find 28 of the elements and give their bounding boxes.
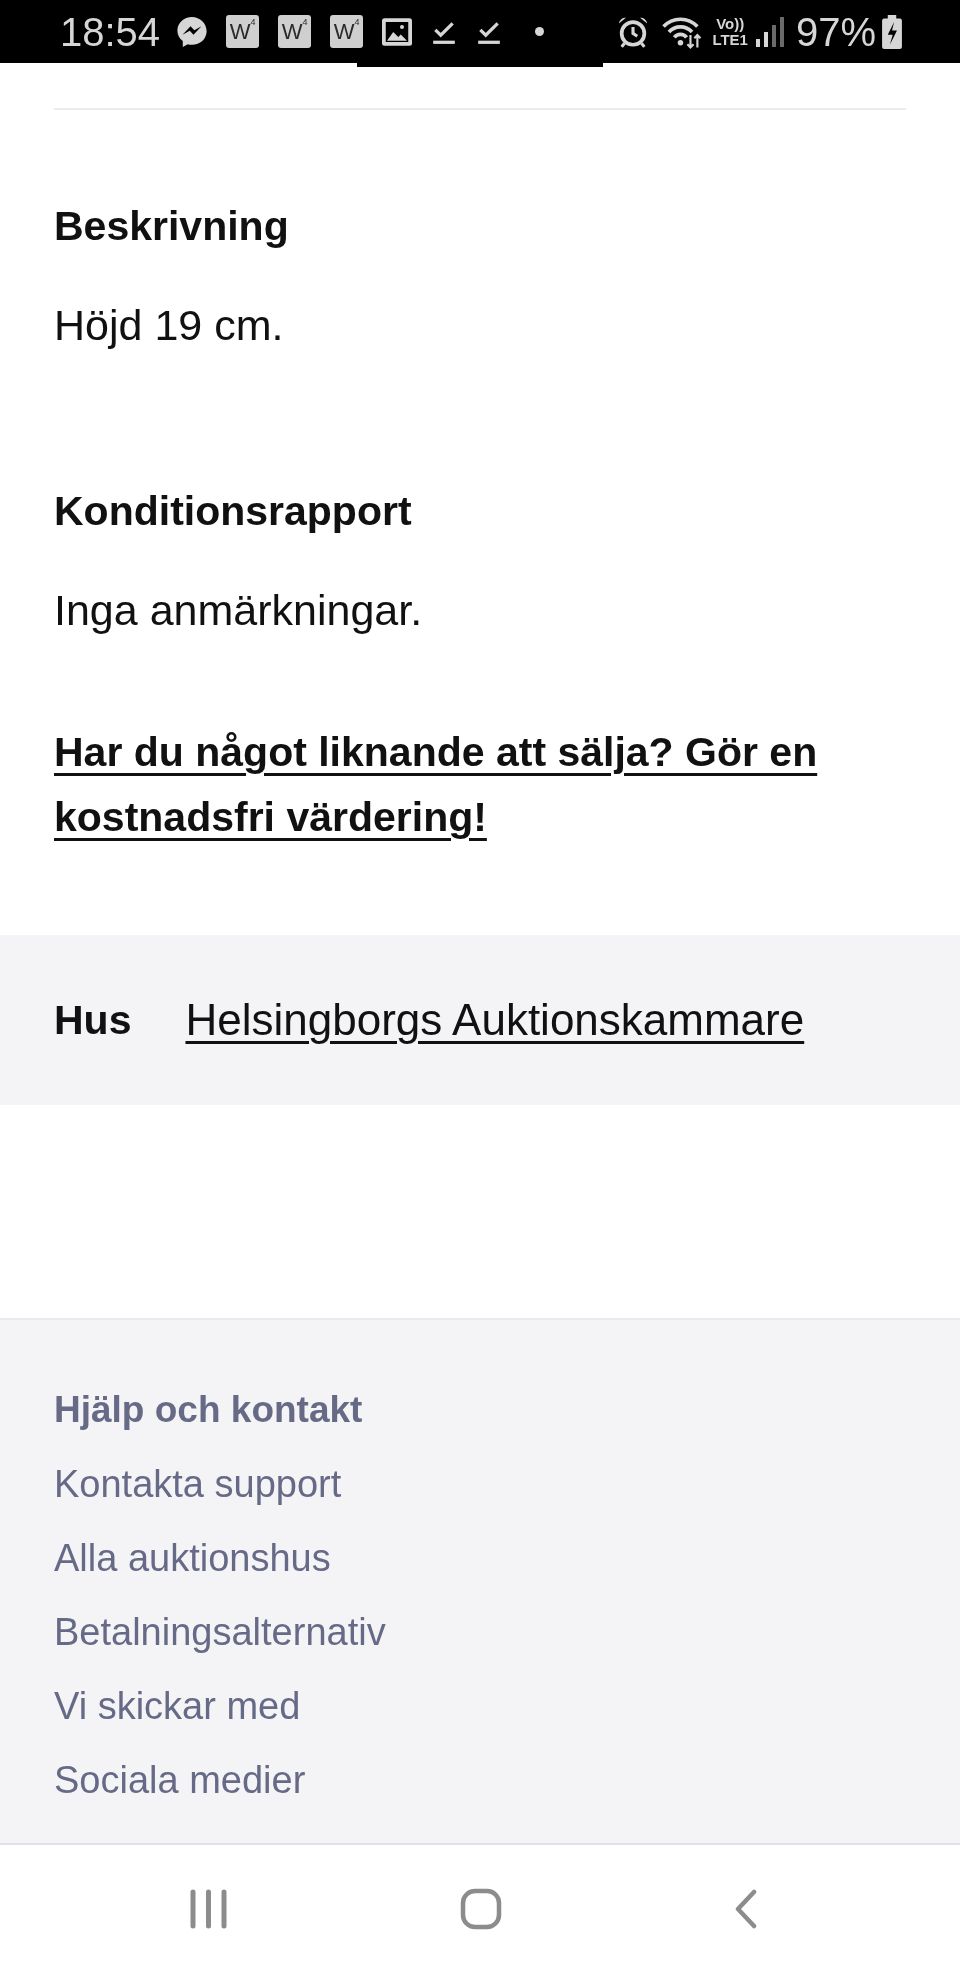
battery-icon — [882, 14, 902, 49]
check-icon — [476, 19, 503, 44]
battery-percent: 97% — [795, 11, 876, 52]
status-time: 18:54 — [60, 11, 161, 52]
footer-heading: Hjälp och kontakt — [54, 1388, 364, 1432]
house-link[interactable]: Helsingborgs Auktionskammare — [185, 995, 805, 1045]
section-text: Inga anmärkningar. — [54, 585, 424, 635]
house-label: Hus — [54, 996, 132, 1045]
home-icon[interactable] — [460, 1888, 502, 1930]
lte-label: LTE1 — [712, 31, 748, 48]
signal-icon — [755, 16, 784, 47]
footer-link[interactable]: Betalningsalternativ — [54, 1607, 386, 1657]
image-icon — [382, 17, 413, 46]
section-heading: Beskrivning — [54, 202, 290, 251]
section-text: Höjd 19 cm. — [54, 300, 285, 350]
footer-link[interactable]: Alla auktionshus — [54, 1533, 331, 1583]
volte-label: Vo)) — [716, 15, 745, 32]
recent-apps-icon[interactable] — [190, 1889, 227, 1929]
wifi-icon — [662, 14, 703, 49]
footer-link[interactable]: Vi skickar med — [54, 1681, 301, 1731]
messenger-icon — [177, 16, 208, 47]
back-icon[interactable] — [735, 1889, 757, 1929]
section-heading: Konditionsrapport — [54, 487, 413, 536]
dot-icon — [535, 27, 545, 36]
valuation-link[interactable]: Har du något liknande att sälja? Gör en kostnadsfri värdering! — [54, 720, 906, 850]
check-icon — [431, 19, 458, 44]
footer-link[interactable]: Kontakta support — [54, 1459, 342, 1509]
footer-link[interactable]: Sociala medier — [54, 1755, 306, 1805]
